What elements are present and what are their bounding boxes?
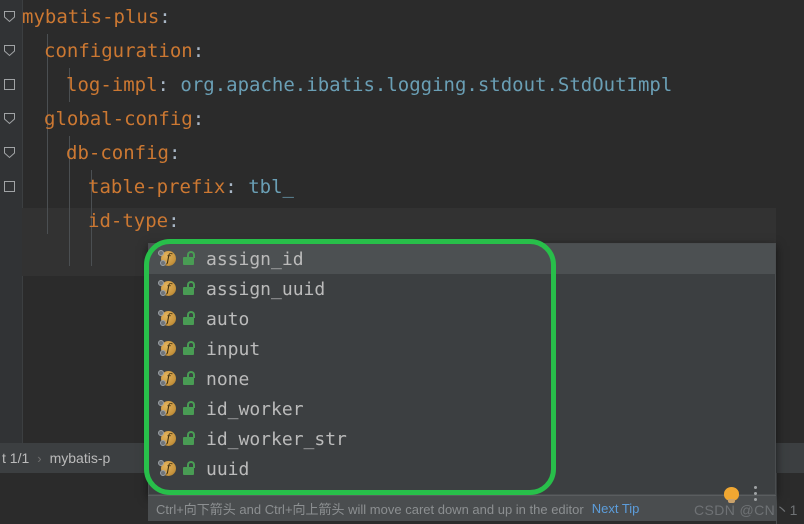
field-icon: f xyxy=(158,400,177,418)
completion-item[interactable]: f uuid xyxy=(149,454,775,484)
completion-item-label: none xyxy=(206,368,250,390)
editor-gutter[interactable] xyxy=(0,0,23,443)
lock-icon xyxy=(181,431,197,447)
yaml-colon: : xyxy=(225,176,237,198)
fold-arrow-icon[interactable] xyxy=(3,146,16,159)
breadcrumb-item-mybatis-plus[interactable]: mybatis-p xyxy=(50,450,111,466)
yaml-colon: : xyxy=(168,210,180,232)
yaml-colon: : xyxy=(192,40,205,62)
tip-bar: Ctrl+向下箭头 and Ctrl+向上箭头 will move caret … xyxy=(148,495,776,521)
code-line[interactable]: mybatis-plus: xyxy=(22,0,171,34)
lock-icon xyxy=(181,461,197,477)
code-line[interactable]: db-config: xyxy=(66,136,180,170)
field-icon: f xyxy=(158,430,177,448)
completion-item-label: input xyxy=(206,338,261,360)
completion-item[interactable]: f assign_uuid xyxy=(149,274,775,304)
breadcrumb-separator-icon: › xyxy=(37,450,42,466)
yaml-key: db-config xyxy=(66,142,169,164)
completion-item-label: assign_uuid xyxy=(206,278,326,300)
field-icon: f xyxy=(158,370,177,388)
lock-icon xyxy=(181,341,197,357)
completion-item-label: id_worker_str xyxy=(206,428,347,450)
yaml-colon: : xyxy=(168,142,181,164)
code-line[interactable]: configuration: xyxy=(44,34,204,68)
yaml-key: mybatis-plus xyxy=(22,6,160,28)
next-tip-link[interactable]: Next Tip xyxy=(592,501,640,516)
completion-item[interactable]: f id_worker_str xyxy=(149,424,775,454)
field-icon: f xyxy=(158,280,177,298)
yaml-colon: : xyxy=(157,74,169,96)
code-completion-popup[interactable]: f assign_id f assign_uuid f auto f input… xyxy=(148,243,776,495)
field-icon: f xyxy=(158,460,177,478)
lock-icon xyxy=(181,401,197,417)
fold-arrow-icon[interactable] xyxy=(3,10,16,23)
breadcrumb-count: t 1/1 xyxy=(2,450,30,466)
yaml-value: org.apache.ibatis.logging.stdout.StdOutI… xyxy=(180,74,673,96)
code-line[interactable]: global-config: xyxy=(44,102,204,136)
fold-arrow-icon[interactable] xyxy=(3,78,16,91)
yaml-key: global-config xyxy=(44,108,193,130)
lock-icon xyxy=(181,281,197,297)
fold-arrow-icon[interactable] xyxy=(3,44,16,57)
fold-arrow-icon[interactable] xyxy=(3,112,16,125)
yaml-key: configuration xyxy=(44,40,193,62)
ide-window: mybatis-plus: configuration: log-impl: o… xyxy=(0,0,804,524)
completion-item[interactable]: f auto xyxy=(149,304,775,334)
field-icon: f xyxy=(158,250,177,268)
yaml-key: id-type xyxy=(88,210,169,232)
completion-item[interactable]: f id_worker xyxy=(149,394,775,424)
completion-item-label: id_worker xyxy=(206,398,304,420)
csdn-watermark: CSDN @CN丶1 xyxy=(694,502,798,518)
completion-item-label: uuid xyxy=(206,458,250,480)
yaml-colon: : xyxy=(192,108,205,130)
field-icon: f xyxy=(158,340,177,358)
completion-item[interactable]: f none xyxy=(149,364,775,394)
yaml-key: table-prefix xyxy=(88,176,226,198)
code-line[interactable]: id-type: xyxy=(88,204,180,238)
completion-item[interactable]: f assign_id xyxy=(149,244,775,274)
yaml-value: tbl_ xyxy=(248,176,294,198)
field-icon: f xyxy=(158,310,177,328)
yaml-key: log-impl xyxy=(66,74,158,96)
editor-scrollbar-track[interactable] xyxy=(776,0,804,443)
lock-icon xyxy=(181,251,197,267)
yaml-colon: : xyxy=(159,6,171,28)
completion-item-label: auto xyxy=(206,308,250,330)
fold-arrow-icon[interactable] xyxy=(3,180,16,193)
code-line[interactable]: log-impl: org.apache.ibatis.logging.stdo… xyxy=(66,68,672,102)
code-line[interactable]: table-prefix: tbl_ xyxy=(88,170,294,204)
completion-item-label: assign_id xyxy=(206,248,304,270)
lock-icon xyxy=(181,311,197,327)
completion-item[interactable]: f input xyxy=(149,334,775,364)
lock-icon xyxy=(181,371,197,387)
tip-text: Ctrl+向下箭头 and Ctrl+向上箭头 will move caret … xyxy=(156,502,584,517)
